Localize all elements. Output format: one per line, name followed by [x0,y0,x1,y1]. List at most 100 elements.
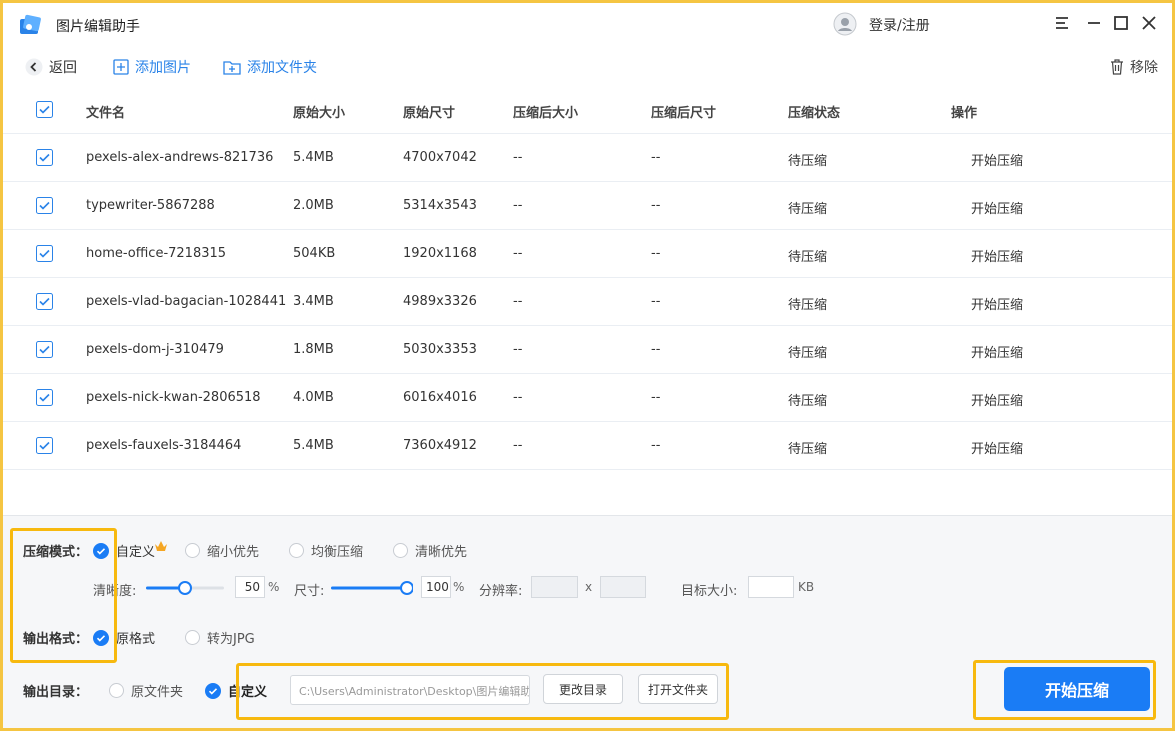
close-icon[interactable] [1139,13,1159,33]
back-arrow-icon [25,58,43,76]
open-folder-button[interactable]: 打开文件夹 [638,674,718,704]
row-checkbox[interactable] [36,197,53,214]
cell-status: 待压缩 [788,250,828,265]
clarity-input[interactable]: 50 [235,576,265,598]
cell-filename: pexels-alex-andrews-821736 [86,150,274,165]
vip-badge-icon [155,540,168,551]
maximize-icon[interactable] [1111,13,1131,33]
add-image-button[interactable]: 添加图片 [113,57,191,77]
row-checkbox[interactable] [36,293,53,310]
trash-icon [1111,59,1123,75]
file-table: 文件名 原始大小 原始尺寸 压缩后大小 压缩后尺寸 压缩状态 操作 pexels… [3,86,1172,470]
start-compress-link[interactable]: 开始压缩 [971,342,1023,361]
resolution-height-input[interactable] [600,576,646,598]
start-compress-link[interactable]: 开始压缩 [971,390,1023,409]
mode-option-small[interactable]: 缩小优先 [185,541,259,560]
start-compress-link[interactable]: 开始压缩 [971,294,1023,313]
dir-option-custom[interactable]: 自定义 [205,681,267,700]
format-option-original[interactable]: 原格式 [93,628,155,647]
select-all-checkbox[interactable] [36,101,53,118]
cell-orig-size: 5.4MB [293,438,334,453]
start-compress-link[interactable]: 开始压缩 [971,246,1023,265]
cell-comp-size: -- [513,198,523,213]
app-window: 图片编辑助手 登录/注册 返回 添加图片 添加文件夹 移除 文件名 原始大小 原… [0,0,1175,731]
start-compress-link[interactable]: 开始压缩 [971,150,1023,169]
remove-label: 移除 [1130,60,1158,76]
size-slider[interactable] [331,579,413,597]
header-orig-size: 原始大小 [293,106,346,121]
back-button[interactable]: 返回 [25,57,77,77]
table-row[interactable]: pexels-dom-j-310479 1.8MB 5030x3353 -- -- 待压缩… [3,326,1172,374]
radio-checked-icon [93,542,109,559]
cell-orig-dim: 4989x3326 [403,294,477,309]
output-path-field[interactable]: C:\Users\Administrator\Desktop\图片编辑助手 [290,675,530,705]
cell-orig-dim: 1920x1168 [403,246,477,261]
cell-filename: pexels-nick-kwan-2806518 [86,390,261,405]
radio-empty-icon [109,683,124,698]
minimize-icon[interactable] [1084,13,1104,33]
cell-filename: typewriter-5867288 [86,198,215,213]
user-avatar-icon[interactable] [833,12,857,36]
output-dir-label: 输出目录： [23,685,89,700]
login-link[interactable]: 登录/注册 [869,15,930,35]
dir-original-label: 原文件夹 [131,685,184,700]
format-label: 输出格式： [23,632,89,647]
table-row[interactable]: pexels-fauxels-3184464 5.4MB 7360x4912 -- --… [3,422,1172,470]
cell-orig-dim: 5314x3543 [403,198,477,213]
remove-button[interactable]: 移除 [1110,57,1158,77]
cell-orig-dim: 5030x3353 [403,342,477,357]
menu-icon[interactable] [1052,13,1072,33]
add-folder-button[interactable]: 添加文件夹 [223,57,317,77]
add-image-label: 添加图片 [135,60,191,76]
format-jpg-label: 转为JPG [207,632,255,647]
table-row[interactable]: home-office-7218315 504KB 1920x1168 -- -- 待压缩… [3,230,1172,278]
cell-comp-dim: -- [651,390,661,405]
mode-option-balanced[interactable]: 均衡压缩 [289,541,363,560]
row-checkbox[interactable] [36,437,53,454]
start-compress-link[interactable]: 开始压缩 [971,438,1023,457]
table-row[interactable]: pexels-vlad-bagacian-1028441 3.4MB 4989x33… [3,278,1172,326]
table-row[interactable]: pexels-alex-andrews-821736 5.4MB 4700x7042… [3,134,1172,182]
cell-orig-size: 1.8MB [293,342,334,357]
clarity-label: 清晰度: [93,584,137,599]
cell-comp-size: -- [513,294,523,309]
mode-option-clarity[interactable]: 清晰优先 [393,541,467,560]
radio-empty-icon [185,543,200,558]
clarity-unit: % [268,580,280,594]
resolution-separator: x [585,580,593,594]
start-compress-link[interactable]: 开始压缩 [971,198,1023,217]
radio-empty-icon [393,543,408,558]
cell-comp-dim: -- [651,246,661,261]
header-action: 操作 [951,106,978,121]
row-checkbox[interactable] [36,149,53,166]
cell-orig-dim: 6016x4016 [403,390,477,405]
start-compress-button[interactable]: 开始压缩 [1004,667,1150,711]
cell-filename: pexels-vlad-bagacian-1028441 [86,294,287,309]
header-comp-size: 压缩后大小 [513,106,579,121]
table-row[interactable]: typewriter-5867288 2.0MB 5314x3543 -- -- 待压缩 开… [3,182,1172,230]
add-image-icon [113,59,129,75]
row-checkbox[interactable] [36,341,53,358]
table-row[interactable]: pexels-nick-kwan-2806518 4.0MB 6016x4016 --… [3,374,1172,422]
cell-comp-dim: -- [651,294,661,309]
resolution-width-input[interactable] [531,576,578,598]
target-size-input[interactable] [748,576,794,598]
clarity-slider[interactable] [146,579,224,597]
size-input[interactable]: 100 [421,576,451,598]
toolbar: 返回 添加图片 添加文件夹 移除 [3,51,1172,83]
header-comp-dim: 压缩后尺寸 [651,106,717,121]
cell-comp-size: -- [513,150,523,165]
row-checkbox[interactable] [36,389,53,406]
cell-orig-size: 504KB [293,246,336,261]
cell-comp-size: -- [513,438,523,453]
dir-option-original[interactable]: 原文件夹 [109,681,183,700]
cell-comp-size: -- [513,342,523,357]
cell-comp-dim: -- [651,438,661,453]
format-option-jpg[interactable]: 转为JPG [185,628,255,647]
cell-orig-dim: 4700x7042 [403,150,477,165]
mode-option-custom[interactable]: 自定义 [93,540,168,560]
row-checkbox[interactable] [36,245,53,262]
radio-empty-icon [185,630,200,645]
mode-balanced-label: 均衡压缩 [311,545,364,560]
change-dir-button[interactable]: 更改目录 [543,674,623,704]
